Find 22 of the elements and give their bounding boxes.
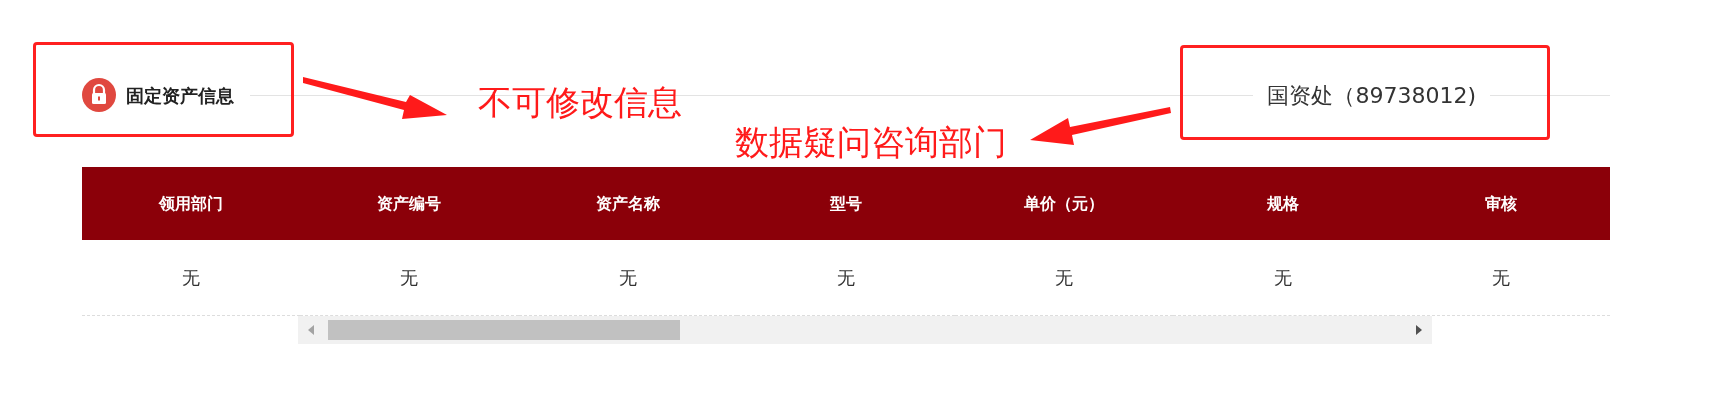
column-header: 规格 xyxy=(1173,167,1392,240)
section-title: 固定资产信息 xyxy=(126,83,234,108)
column-header: 审核 xyxy=(1391,167,1610,240)
column-header: 资产名称 xyxy=(518,167,737,240)
annotation-text: 不可修改信息 xyxy=(478,82,682,123)
column-header: 单价（元） xyxy=(955,167,1174,240)
table-cell: 无 xyxy=(82,240,301,315)
table-cell: 无 xyxy=(736,240,956,315)
table-cell: 无 xyxy=(955,240,1174,315)
scroll-left-icon[interactable] xyxy=(308,324,314,335)
table-cell: 无 xyxy=(1391,240,1610,315)
scroll-right-icon[interactable] xyxy=(1416,324,1422,335)
annotation-text: 数据疑问咨询部门 xyxy=(735,122,1007,163)
scrollbar-thumb[interactable] xyxy=(328,319,680,340)
table-cell: 无 xyxy=(518,240,737,315)
table-cell: 无 xyxy=(300,240,519,315)
contact-department: 国资处（89738012) xyxy=(1266,81,1477,110)
column-header: 资产编号 xyxy=(300,167,519,240)
horizontal-scrollbar[interactable] xyxy=(298,315,1432,344)
column-header: 领用部门 xyxy=(82,167,301,240)
table-cell: 无 xyxy=(1173,240,1392,315)
column-header: 型号 xyxy=(736,167,956,240)
